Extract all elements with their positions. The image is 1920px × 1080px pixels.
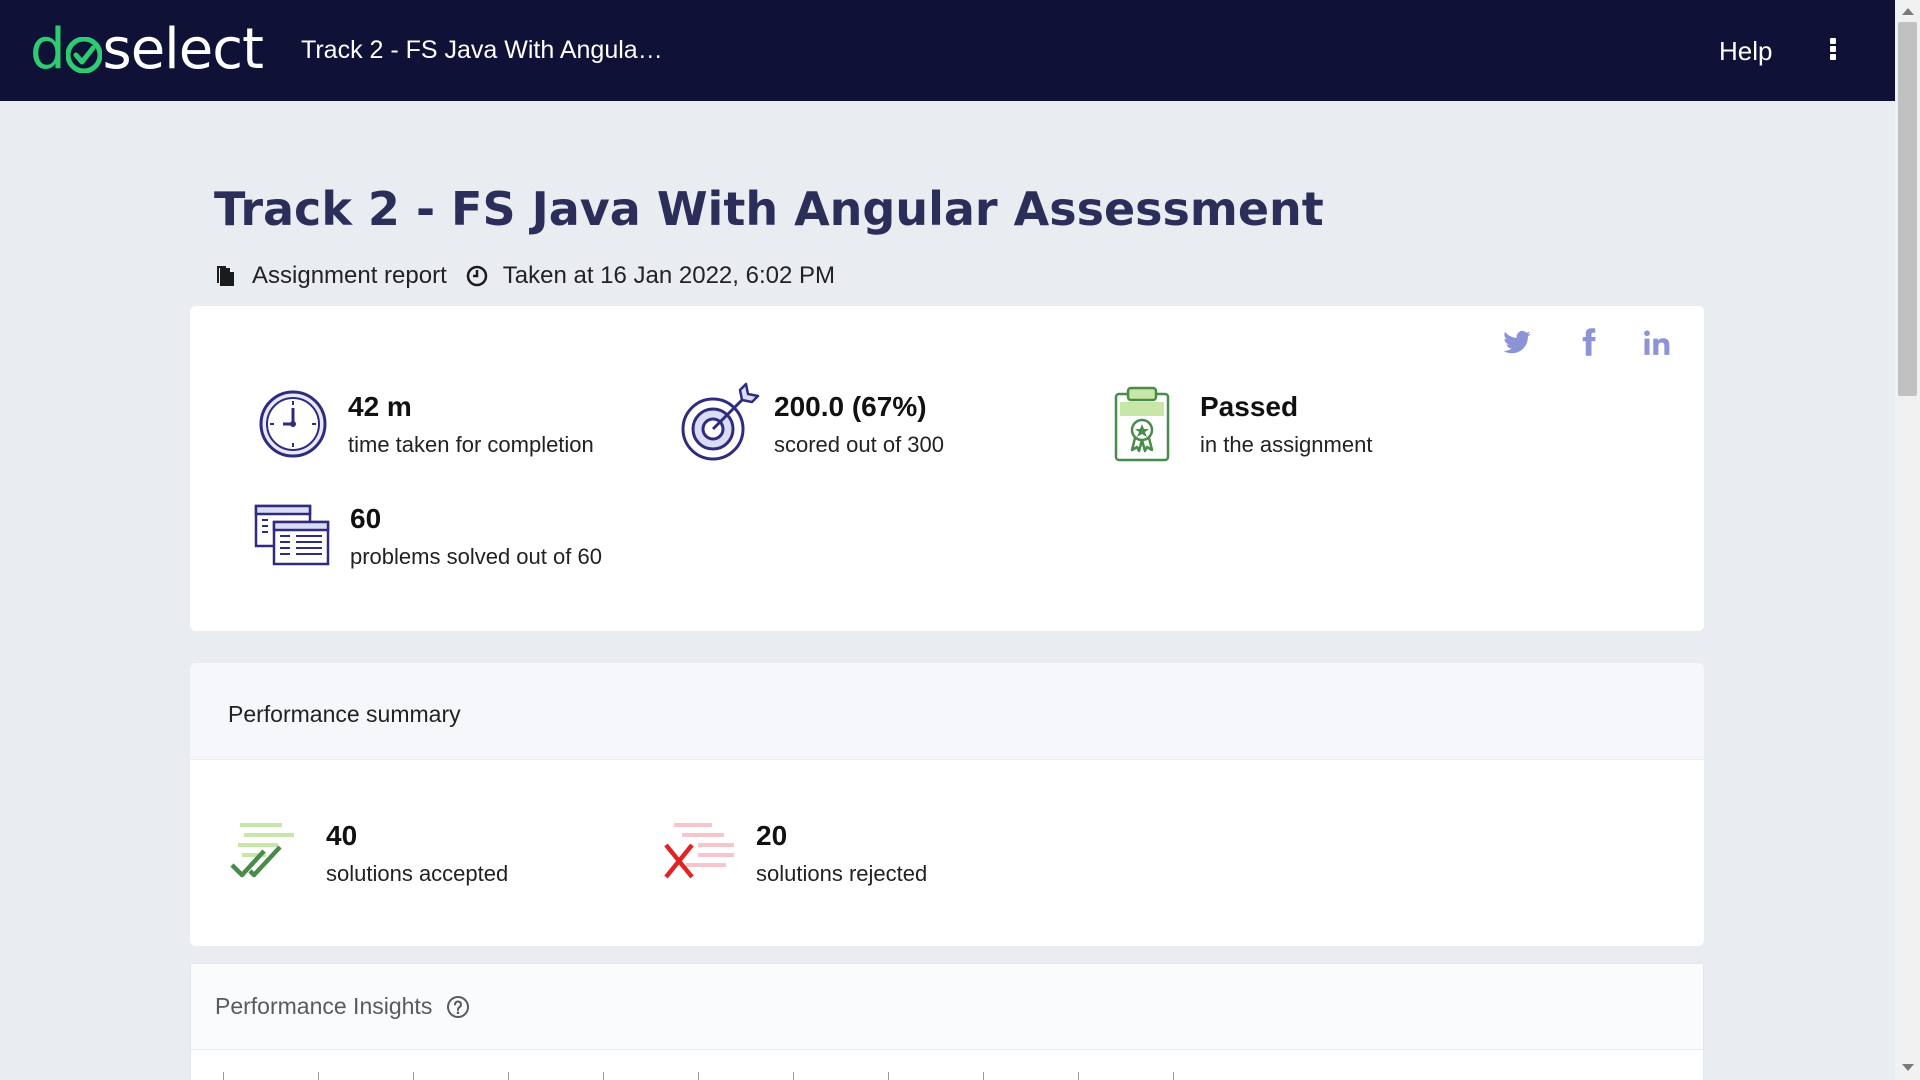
scroll-up-arrow[interactable] xyxy=(1902,8,1914,15)
report-meta: Assignment report Taken at 16 Jan 2022, … xyxy=(214,262,835,290)
stat-score: 200.0 (67%) scored out of 300 xyxy=(678,382,944,464)
performance-summary-title: Performance summary xyxy=(190,663,1704,760)
logo-text: select xyxy=(102,17,264,82)
time-taken-label: time taken for completion xyxy=(348,431,594,457)
top-navbar: d select Track 2 - FS Java With Angula… … xyxy=(0,0,1895,101)
stat-rejected: 20 solutions rejected xyxy=(662,820,928,886)
problems-value: 60 xyxy=(350,503,382,534)
logo-check-icon xyxy=(65,37,102,73)
stat-result: Passed in the assignment xyxy=(1112,384,1372,464)
accepted-label: solutions accepted xyxy=(326,860,509,886)
certificate-clipboard-icon xyxy=(1114,386,1170,462)
stat-time-taken: 42 m time taken for completion xyxy=(258,388,594,458)
help-question-icon[interactable] xyxy=(446,995,470,1019)
rejected-cross-icon xyxy=(664,823,734,879)
performance-insights-card: Performance Insights xyxy=(190,963,1704,1080)
score-label: scored out of 300 xyxy=(774,431,945,457)
result-value: Passed xyxy=(1200,391,1299,422)
page-scrollbar[interactable] xyxy=(1895,0,1920,1080)
clock-icon xyxy=(466,265,488,287)
windows-problems-icon xyxy=(254,504,330,566)
time-taken-value: 42 m xyxy=(348,391,412,422)
target-icon xyxy=(681,382,760,461)
logo-letter-d: d xyxy=(30,17,66,82)
page-title: Track 2 - FS Java With Angular Assessmen… xyxy=(214,182,1324,236)
performance-summary-card: Performance summary 40 solutions accepte… xyxy=(190,663,1704,946)
result-label: in the assignment xyxy=(1200,431,1373,457)
stat-problems: 60 problems solved out of 60 xyxy=(254,503,602,569)
twitter-icon[interactable] xyxy=(1502,328,1532,358)
facebook-icon[interactable] xyxy=(1574,326,1604,358)
help-link[interactable]: Help xyxy=(1719,36,1772,67)
problems-label: problems solved out of 60 xyxy=(350,543,602,569)
accepted-check-icon xyxy=(230,823,294,878)
rejected-label: solutions rejected xyxy=(756,860,928,886)
scroll-down-arrow[interactable] xyxy=(1902,1064,1914,1071)
stats-card: 42 m time taken for completion 200.0 (67… xyxy=(190,306,1704,631)
score-value: 200.0 (67%) xyxy=(774,391,927,422)
topbar-assessment-title: Track 2 - FS Java With Angula… xyxy=(301,36,663,64)
performance-insights-title: Performance Insights xyxy=(215,993,433,1019)
taken-at-text: Taken at 16 Jan 2022, 6:02 PM xyxy=(502,262,835,289)
doselect-logo[interactable]: d select xyxy=(30,17,264,82)
rejected-value: 20 xyxy=(756,820,788,851)
report-document-icon xyxy=(217,266,234,286)
stat-accepted: 40 solutions accepted xyxy=(230,820,509,886)
linkedin-icon[interactable] xyxy=(1642,328,1672,358)
stopwatch-icon xyxy=(259,390,327,458)
scroll-thumb[interactable] xyxy=(1898,22,1917,396)
performance-insights-header: Performance Insights xyxy=(191,964,1703,1050)
chart-axis-ticks xyxy=(223,1072,1223,1080)
more-options-icon[interactable] xyxy=(1820,36,1846,62)
assignment-report-label: Assignment report xyxy=(252,262,447,289)
accepted-value: 40 xyxy=(326,820,358,851)
